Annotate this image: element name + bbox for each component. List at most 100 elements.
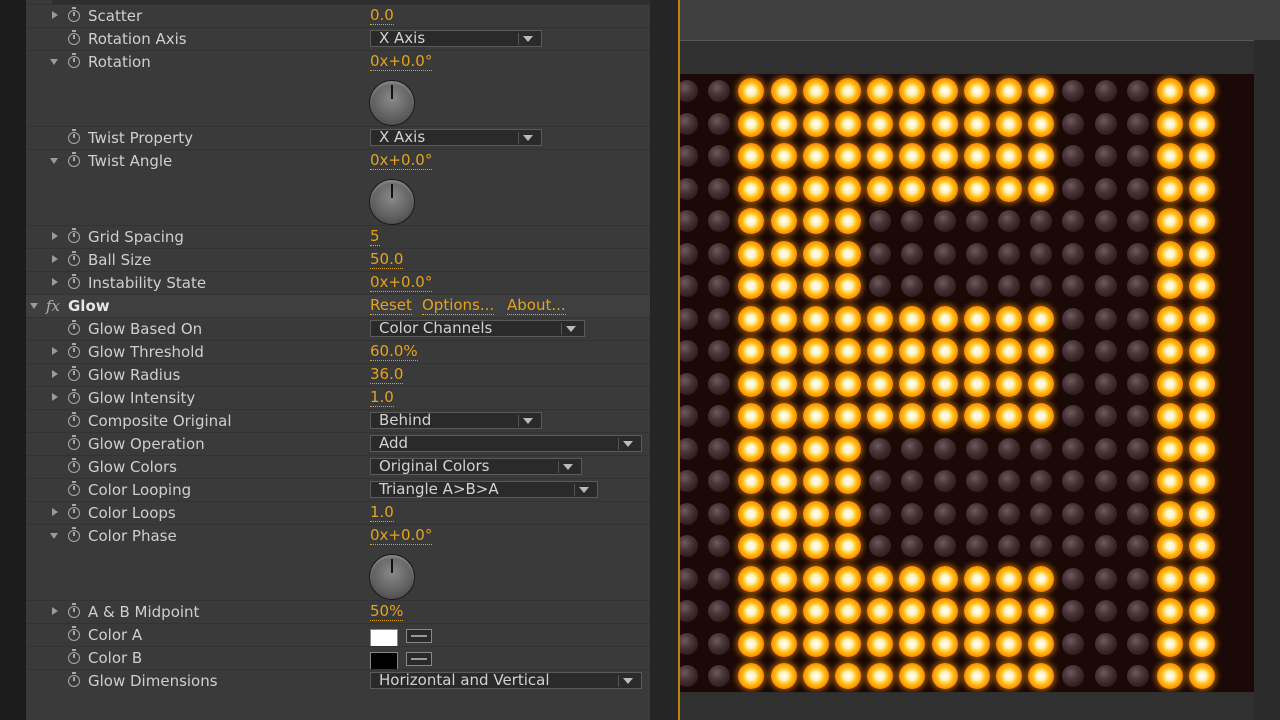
color-b-swatch[interactable] (370, 652, 398, 670)
stopwatch-icon[interactable] (68, 320, 80, 335)
color-looping-dropdown[interactable]: Triangle A>B>A (370, 481, 598, 498)
glowing-ball (835, 500, 861, 527)
stopwatch-icon[interactable] (68, 458, 80, 473)
stopwatch-icon[interactable] (68, 412, 80, 427)
color-loops-value[interactable]: 1.0 (370, 504, 394, 522)
glow-radius-value[interactable]: 36.0 (370, 366, 404, 384)
stopwatch-icon[interactable] (68, 30, 80, 45)
glowing-ball (1028, 598, 1055, 624)
chevron-down-icon (623, 441, 633, 447)
glowing-ball (899, 370, 926, 397)
glowing-ball (1157, 630, 1183, 657)
ab-midpoint-value[interactable]: 50% (370, 603, 404, 621)
unlit-ball (708, 80, 731, 102)
twirl-triangle-icon[interactable] (52, 255, 58, 263)
glowing-ball (867, 110, 894, 137)
twist-property-dropdown[interactable]: X Axis (370, 129, 542, 146)
stopwatch-icon[interactable] (68, 53, 80, 68)
stopwatch-icon[interactable] (68, 152, 80, 167)
scatter-value[interactable]: 0.0 (370, 7, 394, 25)
twist-angle-value[interactable]: 0x+0.0° (370, 152, 433, 170)
stopwatch-icon[interactable] (68, 527, 80, 542)
glowing-ball (738, 240, 765, 267)
glowing-ball (899, 598, 926, 624)
twirl-triangle-icon[interactable] (50, 533, 58, 539)
twirl-triangle-icon[interactable] (30, 303, 38, 309)
stopwatch-icon[interactable] (68, 251, 80, 266)
glowing-ball (1157, 565, 1183, 592)
stopwatch-icon[interactable] (68, 343, 80, 358)
glowing-ball (738, 565, 765, 592)
glow-threshold-value[interactable]: 60.0% (370, 343, 418, 361)
glowing-ball (1189, 630, 1216, 657)
twirl-triangle-icon[interactable] (52, 232, 58, 240)
glowing-ball (738, 175, 765, 202)
options-link[interactable]: Options... (422, 297, 495, 315)
fx-toggle-icon[interactable]: fx (46, 297, 60, 315)
twirl-triangle-icon[interactable] (50, 158, 58, 164)
twist-angle-dial[interactable] (369, 179, 415, 225)
glow-based-on-dropdown[interactable]: Color Channels (370, 320, 585, 337)
left-panel-strip (0, 0, 26, 720)
glowing-ball (963, 630, 990, 657)
unlit-ball (1126, 340, 1149, 362)
stopwatch-icon[interactable] (68, 435, 80, 450)
stopwatch-icon[interactable] (68, 481, 80, 496)
stopwatch-icon[interactable] (68, 504, 80, 519)
stopwatch-icon[interactable] (68, 626, 80, 641)
about-link[interactable]: About... (507, 297, 566, 315)
property-row-color-looping: Color Looping Triangle A>B>A (26, 478, 650, 502)
twirl-triangle-icon[interactable] (52, 393, 58, 401)
glowing-ball (1157, 533, 1183, 559)
ball-size-value[interactable]: 50.0 (370, 251, 404, 269)
glow-operation-dropdown[interactable]: Add (370, 435, 642, 452)
color-a-swatch[interactable] (370, 629, 398, 647)
chevron-down-icon (563, 464, 573, 470)
composite-original-dropdown[interactable]: Behind (370, 412, 542, 429)
unlit-ball (901, 275, 924, 297)
grid-spacing-value[interactable]: 5 (370, 228, 380, 246)
twirl-triangle-icon[interactable] (52, 278, 58, 286)
instability-state-value[interactable]: 0x+0.0° (370, 274, 433, 292)
stopwatch-icon[interactable] (68, 389, 80, 404)
stopwatch-icon[interactable] (68, 672, 80, 687)
stopwatch-icon[interactable] (68, 7, 80, 22)
rotation-dial[interactable] (369, 80, 415, 126)
glow-colors-dropdown[interactable]: Original Colors (370, 458, 582, 475)
twirl-triangle-icon[interactable] (52, 508, 58, 516)
stopwatch-icon[interactable] (68, 129, 80, 144)
stopwatch-icon[interactable] (68, 274, 80, 289)
eyedropper-icon[interactable] (406, 629, 432, 643)
twirl-triangle-icon[interactable] (52, 11, 58, 19)
stopwatch-icon[interactable] (68, 366, 80, 381)
dropdown-separator (518, 415, 519, 427)
twirl-triangle-icon[interactable] (52, 370, 58, 378)
composition-viewer[interactable] (680, 74, 1254, 692)
twirl-triangle-icon[interactable] (50, 59, 58, 65)
glow-colors-label: Glow Colors (88, 458, 177, 476)
rotation-value[interactable]: 0x+0.0° (370, 53, 433, 71)
glowing-ball (963, 370, 990, 397)
composite-original-label: Composite Original (88, 412, 232, 430)
glow-intensity-value[interactable]: 1.0 (370, 389, 394, 407)
glow-dimensions-dropdown[interactable]: Horizontal and Vertical (370, 672, 642, 689)
glowing-ball (996, 598, 1022, 624)
twirl-triangle-icon[interactable] (52, 347, 58, 355)
stopwatch-icon[interactable] (68, 228, 80, 243)
eyedropper-icon[interactable] (406, 652, 432, 666)
twirl-triangle-icon[interactable] (52, 607, 58, 615)
stopwatch-icon[interactable] (68, 603, 80, 618)
dropdown-separator (574, 484, 575, 496)
glowing-ball (899, 663, 926, 689)
glowing-ball (1157, 500, 1183, 527)
color-phase-value[interactable]: 0x+0.0° (370, 527, 433, 545)
panel-divider[interactable] (650, 0, 680, 720)
glowing-ball (931, 143, 958, 169)
reset-link[interactable]: Reset (370, 297, 412, 315)
rotation-axis-dropdown[interactable]: X Axis (370, 30, 542, 47)
unlit-ball (1094, 502, 1117, 525)
color-phase-dial[interactable] (369, 554, 415, 600)
stopwatch-icon[interactable] (68, 649, 80, 664)
color-a-label: Color A (88, 626, 143, 644)
unlit-ball (1062, 437, 1085, 460)
